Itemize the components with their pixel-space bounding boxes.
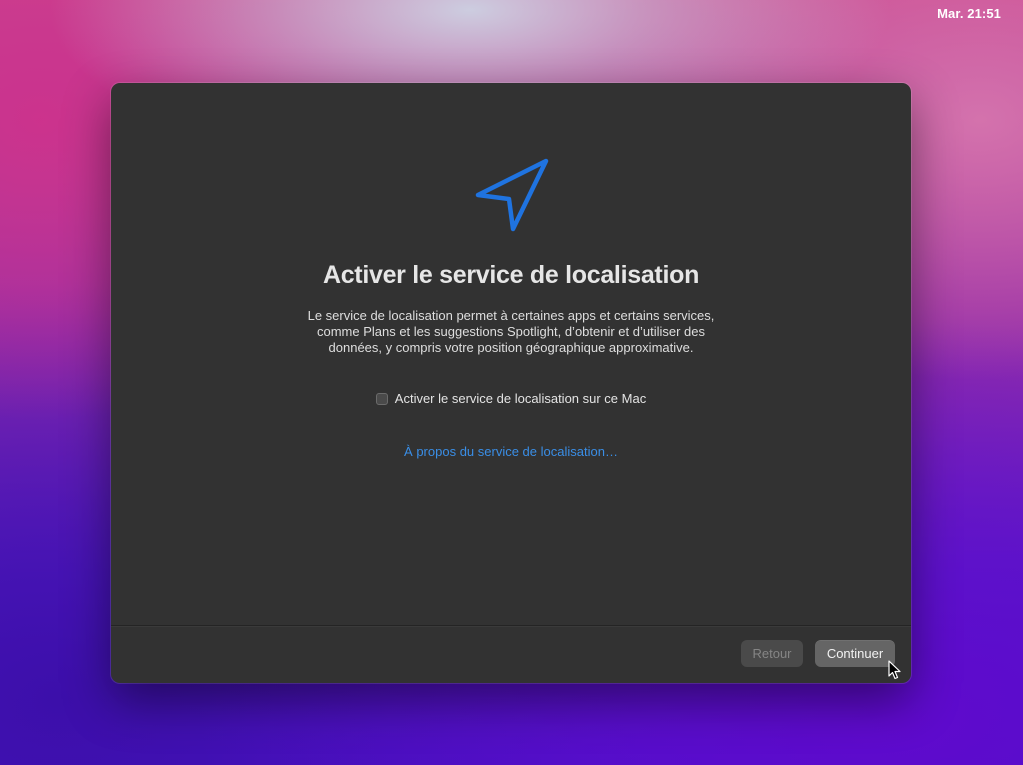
mouse-cursor-icon — [888, 660, 901, 680]
footer-divider — [111, 625, 911, 626]
menubar-clock[interactable]: Mar. 21:51 — [937, 6, 1001, 21]
back-button[interactable]: Retour — [741, 640, 803, 667]
about-location-link[interactable]: À propos du service de localisation… — [111, 444, 911, 459]
location-arrow-icon — [475, 158, 549, 232]
description-line: comme Plans et les suggestions Spotlight… — [316, 324, 706, 339]
enable-location-checkbox-row[interactable]: Activer le service de localisation sur c… — [111, 391, 911, 406]
description-line: Le service de localisation permet à cert… — [307, 308, 715, 323]
dialog-description: Le service de localisation permet à cert… — [281, 308, 741, 356]
enable-location-checkbox[interactable] — [375, 392, 388, 405]
enable-location-checkbox-label[interactable]: Activer le service de localisation sur c… — [395, 391, 646, 406]
setup-dialog: Activer le service de localisation Le se… — [111, 83, 911, 683]
dialog-title: Activer le service de localisation — [322, 261, 700, 289]
desktop: Mar. 21:51 Activer le service de localis… — [0, 0, 1023, 765]
description-line: données, y compris votre position géogra… — [328, 340, 694, 355]
continue-button[interactable]: Continuer — [815, 640, 895, 667]
